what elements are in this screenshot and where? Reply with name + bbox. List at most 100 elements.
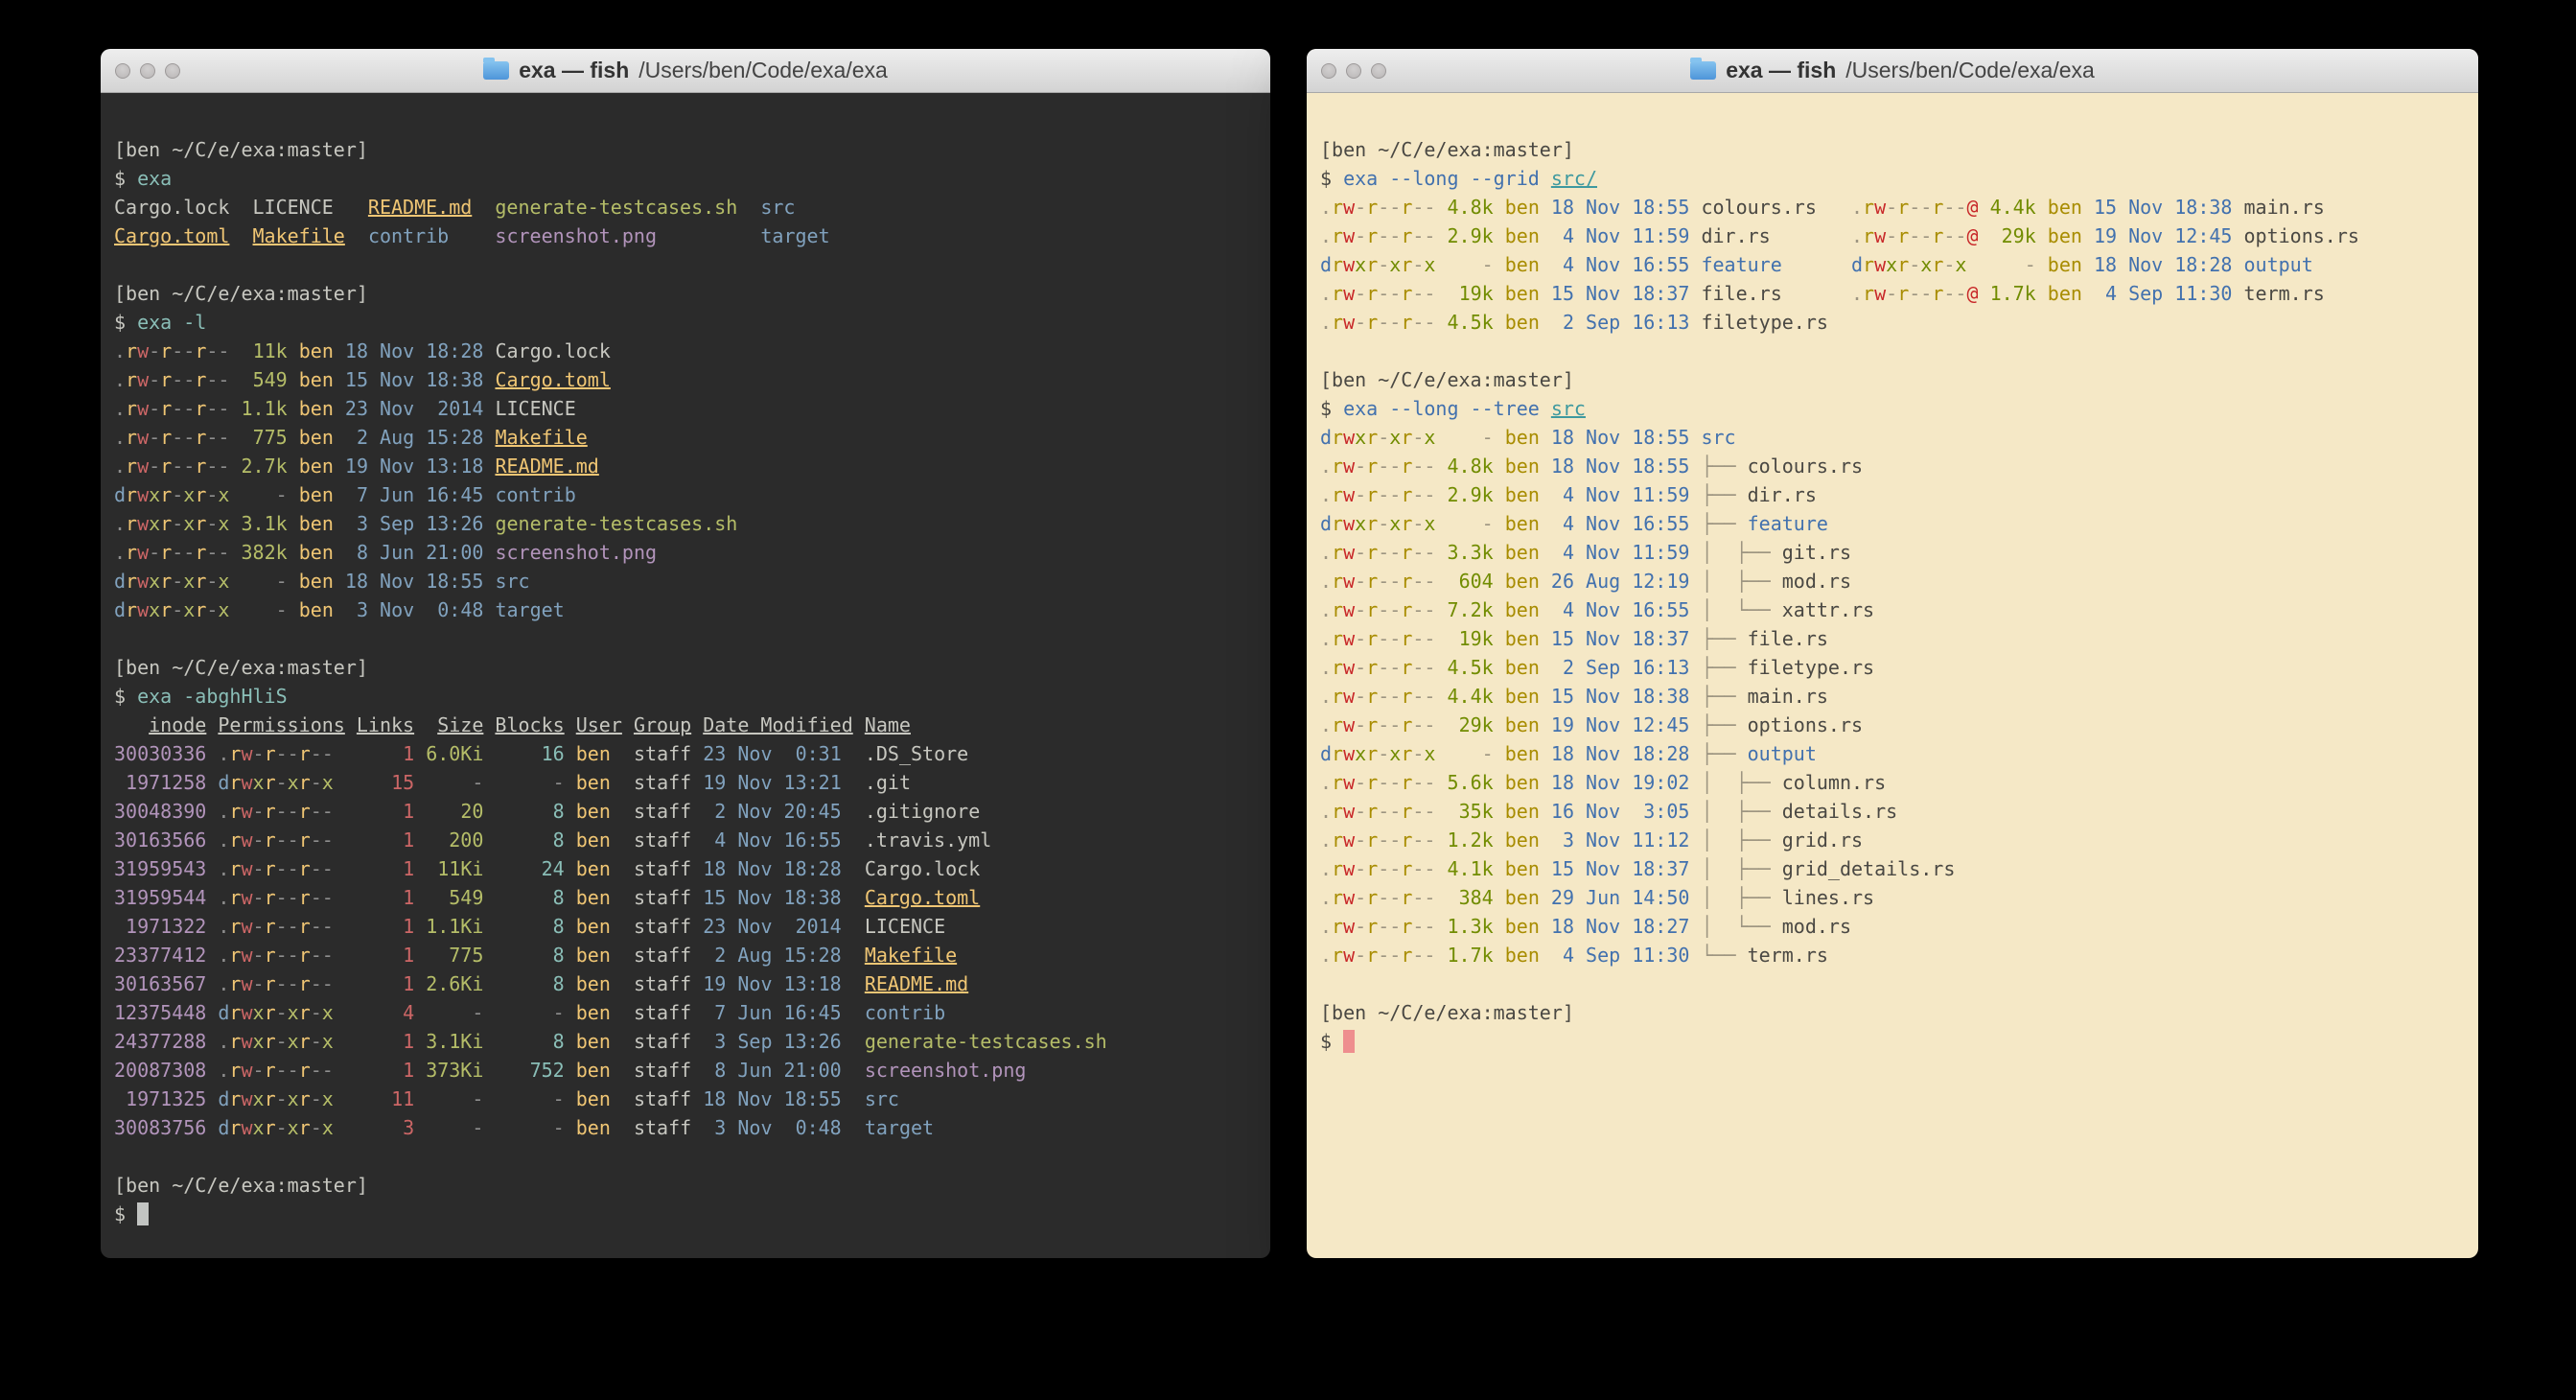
permission-bit: - xyxy=(1412,426,1424,449)
terminal-text: generate-testcases.sh xyxy=(865,1030,1107,1053)
permission-bit: r xyxy=(229,1116,241,1139)
terminal-text xyxy=(1817,196,1851,219)
permission-bit: r xyxy=(1401,742,1412,765)
permission-bit: r xyxy=(229,1059,241,1082)
terminal-text: 4.5k xyxy=(1448,311,1494,334)
permission-bit: r xyxy=(299,828,311,852)
permission-bit: - xyxy=(322,972,334,995)
terminal-text: mod.rs xyxy=(1782,915,1851,938)
permission-bit: . xyxy=(1320,915,1332,938)
permission-bit: r xyxy=(1332,742,1343,765)
permission-bit: x xyxy=(288,1116,299,1139)
terminal-text: 7.2k xyxy=(1448,598,1494,621)
terminal-line: Cargo.toml Makefile contrib screenshot.p… xyxy=(114,222,1257,250)
permission-bit: - xyxy=(206,541,218,564)
terminal-text: 18 Nov 18:55 xyxy=(1551,426,1690,449)
minimize-button[interactable] xyxy=(140,63,155,79)
terminal-line: 31959544 .rw-r--r-- 1 549 8 ben staff 15… xyxy=(114,883,1257,912)
terminal-screen[interactable]: [ben ~/C/e/exa:master]$ exa --long --gri… xyxy=(1307,93,2478,1056)
terminal-text xyxy=(334,339,345,362)
close-button[interactable] xyxy=(1321,63,1336,79)
terminal-text xyxy=(1540,512,1551,535)
permission-bit: r xyxy=(1332,455,1343,478)
permission-bit: r xyxy=(1366,512,1378,535)
permission-bit: r xyxy=(1863,282,1874,305)
terminal-text: Makefile xyxy=(865,944,957,967)
terminal-text: Size xyxy=(437,713,483,736)
permission-bit: - xyxy=(1412,483,1424,506)
permission-bit: x xyxy=(1355,742,1366,765)
terminal-line: 31959543 .rw-r--r-- 1 11Ki 24 ben staff … xyxy=(114,854,1257,883)
permission-bit: x xyxy=(1389,512,1401,535)
permission-bit: x xyxy=(1355,253,1366,276)
terminal-line: Cargo.lock LICENCE README.md generate-te… xyxy=(114,193,1257,222)
permission-bit: - xyxy=(1378,742,1389,765)
terminal-line: .rw-r--r-- 4.1k ben 15 Nov 18:37 │ ├── g… xyxy=(1320,854,2465,883)
permission-bit: r xyxy=(126,541,137,564)
terminal-text: [ben ~/C/e/exa:master] xyxy=(1320,1001,1574,1024)
terminal-text xyxy=(842,1030,865,1053)
terminal-text: 20087308 xyxy=(114,1059,206,1082)
permission-bit: . xyxy=(1320,311,1332,334)
terminal-text xyxy=(565,944,576,967)
terminal-text: 18 Nov 18:55 xyxy=(1551,196,1690,219)
terminal-text: ben xyxy=(2048,282,2082,305)
permission-bit: x xyxy=(218,570,229,593)
permission-bit: x xyxy=(1424,512,1435,535)
close-button[interactable] xyxy=(115,63,130,79)
terminal-text xyxy=(1689,713,1701,736)
permission-bit: - xyxy=(1355,311,1366,334)
terminal-text xyxy=(611,1001,634,1024)
permission-bit: . xyxy=(218,944,229,967)
permission-bit: w xyxy=(1343,570,1355,593)
terminal-text: Name xyxy=(865,713,911,736)
zoom-button[interactable] xyxy=(1371,63,1386,79)
terminal-text xyxy=(1771,224,1851,247)
terminal-text: 775 xyxy=(253,426,288,449)
terminal-text xyxy=(483,857,541,880)
permission-bit: r xyxy=(265,800,276,823)
terminal-text: ben xyxy=(1505,828,1540,852)
terminal-text: ben xyxy=(1505,598,1540,621)
titlebar[interactable]: exa — fish /Users/ben/Code/exa/exa xyxy=(1307,49,2478,93)
terminal-text: ben xyxy=(1505,656,1540,679)
titlebar[interactable]: exa — fish /Users/ben/Code/exa/exa xyxy=(101,49,1270,93)
permission-bit: r xyxy=(195,570,206,593)
permission-bit: - xyxy=(322,1059,334,1082)
permission-bit: w xyxy=(241,1030,252,1053)
permission-bit: r xyxy=(1401,771,1412,794)
minimize-button[interactable] xyxy=(1346,63,1361,79)
permission-bit: - xyxy=(288,857,299,880)
terminal-text xyxy=(611,886,634,909)
terminal-cursor xyxy=(1343,1030,1355,1053)
terminal-text xyxy=(842,857,865,880)
permission-bit: x xyxy=(1389,253,1401,276)
terminal-text xyxy=(229,339,252,362)
permission-bit: - xyxy=(1378,627,1389,650)
permission-bit: r xyxy=(1401,196,1412,219)
terminal-text: exa xyxy=(137,167,172,190)
permission-bit: - xyxy=(1355,800,1366,823)
permission-bit: - xyxy=(1355,915,1366,938)
terminal-text xyxy=(842,800,865,823)
terminal-text xyxy=(334,368,345,391)
terminal-text: 4 Nov 16:55 xyxy=(1551,598,1690,621)
permission-bit: - xyxy=(218,541,229,564)
permission-bit: x xyxy=(288,1001,299,1024)
permission-bit: r xyxy=(1366,598,1378,621)
terminal-text: staff xyxy=(634,771,691,794)
terminal-text: screenshot.png xyxy=(865,1059,1027,1082)
terminal-text: 8 xyxy=(553,886,565,909)
permission-bit: r xyxy=(126,368,137,391)
terminal-text: 8 Jun 21:00 xyxy=(703,1059,842,1082)
terminal-text: - xyxy=(2025,253,2036,276)
terminal-screen[interactable]: [ben ~/C/e/exa:master]$ exaCargo.lock LI… xyxy=(101,93,1270,1228)
permission-bit: x xyxy=(149,483,160,506)
permission-bit: r xyxy=(1897,282,1909,305)
zoom-button[interactable] xyxy=(165,63,180,79)
permission-bit: r xyxy=(1332,253,1343,276)
terminal-text: 2.7k xyxy=(242,455,288,478)
terminal-text: target xyxy=(760,224,829,247)
terminal-text xyxy=(1540,656,1551,679)
permission-bit: x xyxy=(1424,742,1435,765)
